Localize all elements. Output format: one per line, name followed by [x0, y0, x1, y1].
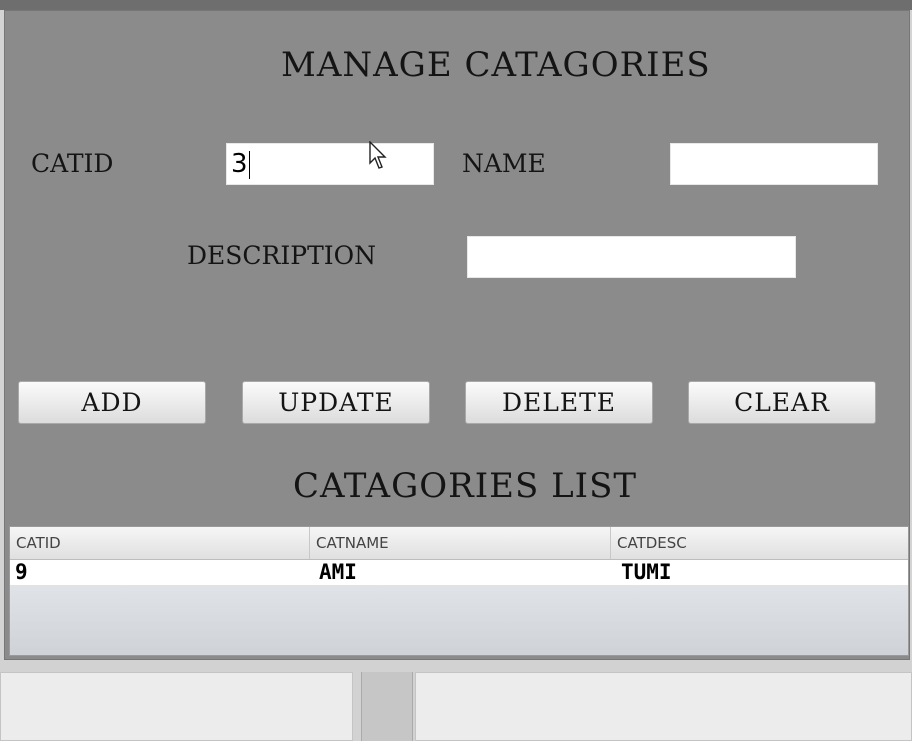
- description-field[interactable]: [467, 236, 796, 278]
- page-title: MANAGE CATAGORIES: [281, 45, 711, 85]
- text-caret: [248, 150, 250, 179]
- bottom-left-pane: [0, 672, 353, 741]
- split-pane-divider[interactable]: [361, 672, 413, 741]
- mouse-pointer-icon: [369, 141, 387, 169]
- column-header-catname[interactable]: CATNAME: [310, 527, 611, 559]
- table-header: CATID CATNAME CATDESC: [10, 527, 908, 560]
- description-label: DESCRIPTION: [187, 241, 376, 270]
- categories-list-title: CATAGORIES LIST: [293, 466, 638, 506]
- bottom-right-pane: [415, 672, 912, 741]
- catid-value: 3: [231, 149, 248, 179]
- table-cell-catid: 9: [15, 560, 28, 584]
- add-button[interactable]: ADD: [18, 381, 206, 424]
- table-cell-catname: AMI: [319, 560, 357, 584]
- column-header-catdesc[interactable]: CATDESC: [611, 527, 908, 559]
- window-top-bar: [0, 0, 912, 10]
- table-cell-catdesc: TUMI: [621, 560, 672, 584]
- catid-field[interactable]: 3: [226, 143, 434, 185]
- clear-button[interactable]: CLEAR: [688, 381, 876, 424]
- manage-categories-panel: MANAGE CATAGORIES CATID 3 NAME DESCRIPTI…: [4, 10, 910, 660]
- categories-table: CATID CATNAME CATDESC 9 AMI TUMI: [9, 526, 909, 656]
- column-header-catid[interactable]: CATID: [10, 527, 310, 559]
- bottom-area: [0, 660, 912, 741]
- name-label: NAME: [462, 149, 546, 178]
- delete-button[interactable]: DELETE: [465, 381, 653, 424]
- table-row[interactable]: 9 AMI TUMI: [10, 560, 908, 585]
- update-button[interactable]: UPDATE: [242, 381, 430, 424]
- catid-label: CATID: [31, 149, 114, 178]
- name-field[interactable]: [670, 143, 878, 185]
